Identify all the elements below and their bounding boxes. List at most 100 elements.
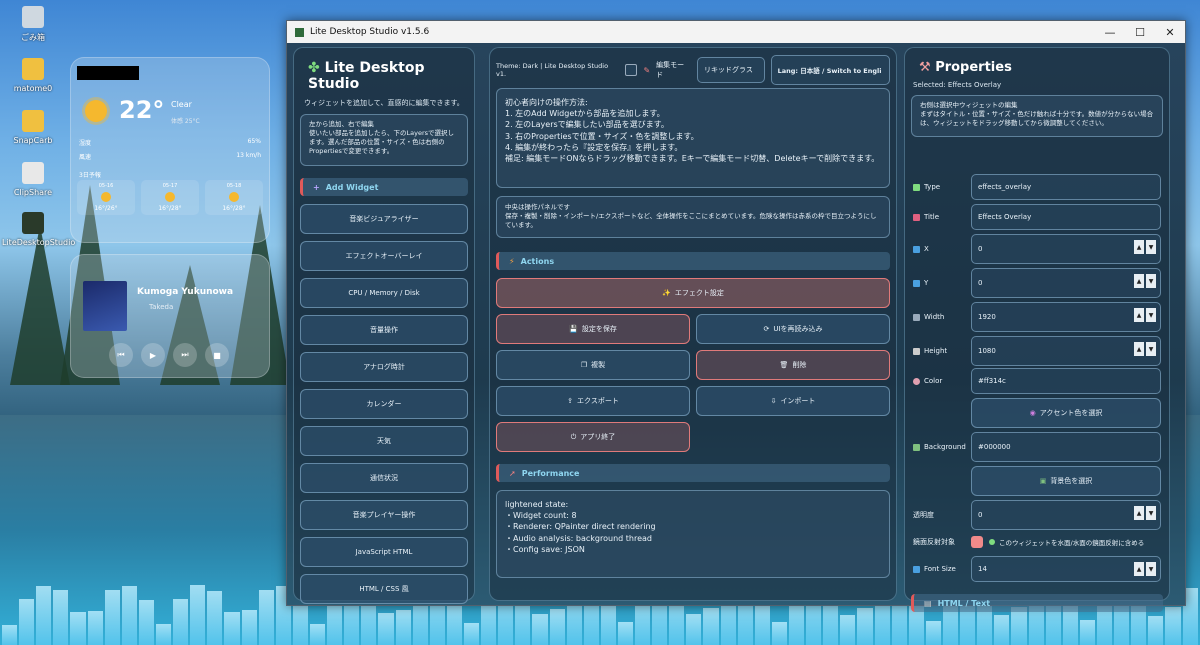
music-controls: ⏮ ▶ ⏭ ■ xyxy=(109,343,229,367)
sun-icon xyxy=(229,192,239,202)
color-field[interactable]: #ff314c xyxy=(971,368,1161,394)
quit-app-button[interactable]: ⏻ アプリ終了 xyxy=(496,422,690,452)
desktop-icon-matome0[interactable]: matome0 xyxy=(2,58,64,93)
export-button[interactable]: ⇪ エクスポート xyxy=(496,386,690,416)
reflect-label: 鏡面反射対象 xyxy=(913,537,971,547)
up-icon[interactable]: ▲ xyxy=(1134,240,1144,254)
up-icon[interactable]: ▲ xyxy=(1134,342,1144,356)
edit-mode-checkbox[interactable] xyxy=(625,64,638,76)
button-label: 天気 xyxy=(377,437,391,445)
down-icon[interactable]: ▼ xyxy=(1146,240,1156,254)
add-widget-button[interactable]: 音楽プレイヤー操作 xyxy=(300,500,468,530)
title-field[interactable]: Effects Overlay xyxy=(971,204,1161,230)
opacity-spinner[interactable]: ▲ ▼ xyxy=(1134,506,1156,520)
export-icon: ⇪ xyxy=(567,397,574,405)
label-text: Background xyxy=(924,443,966,451)
performance-box: lightened state: ・Widget count: 8 ・Rendere… xyxy=(496,490,890,578)
height-spinner[interactable]: ▲ ▼ xyxy=(1134,342,1156,356)
play-button[interactable]: ▶ xyxy=(141,343,165,367)
visualizer-bar xyxy=(173,598,189,645)
opacity-field[interactable]: 0 ▲ ▼ xyxy=(971,500,1161,530)
down-icon[interactable]: ▼ xyxy=(1146,308,1156,322)
widget-button-list: 音楽ビジュアライザー エフェクトオーバーレイ CPU / Memory / Disk… xyxy=(294,196,474,604)
delete-button[interactable]: 🗑 削除 xyxy=(696,350,890,380)
desktop-icon-label: SnapCarb xyxy=(13,136,53,145)
desktop-icon-recycle-bin[interactable]: ごみ箱 xyxy=(2,6,64,43)
visualizer-bar xyxy=(121,585,137,645)
maximize-button[interactable]: ☐ xyxy=(1125,26,1155,39)
button-label: 設定を保存 xyxy=(581,325,617,333)
background-field[interactable]: #000000 xyxy=(971,432,1161,462)
effect-settings-button[interactable]: ✨ エフェクト設定 xyxy=(496,278,890,308)
label-text: Title xyxy=(924,213,940,221)
fontsize-field[interactable]: 14 ▲ ▼ xyxy=(971,556,1161,582)
stop-button[interactable]: ■ xyxy=(205,343,229,367)
add-widget-button[interactable]: 音量操作 xyxy=(300,315,468,345)
performance-line: ・Audio analysis: background thread xyxy=(505,533,652,543)
lang-button[interactable]: Lang: 日本語 / Switch to Engli xyxy=(770,55,891,85)
reload-ui-button[interactable]: ⟳ UIを再読み込み xyxy=(696,314,890,344)
down-icon[interactable]: ▼ xyxy=(1146,342,1156,356)
bolt-icon: ⚡ xyxy=(509,256,515,266)
image-icon xyxy=(913,443,920,451)
x-field[interactable]: 0 ▲ ▼ xyxy=(971,234,1161,264)
add-widget-button[interactable]: JavaScript HTML xyxy=(300,537,468,567)
up-icon[interactable]: ▲ xyxy=(1134,308,1144,322)
weather-condition: Clear xyxy=(171,100,192,109)
close-button[interactable]: ✕ xyxy=(1155,26,1185,39)
add-widget-button[interactable]: 音楽ビジュアライザー xyxy=(300,204,468,234)
desktop-icon-snapcarb[interactable]: SnapCarb xyxy=(2,110,64,145)
minimize-button[interactable]: — xyxy=(1095,26,1125,39)
weather-widget[interactable]: 22° Clear 体感 25°C 湿度 65% 風速 13 km/h 3日予報… xyxy=(70,57,270,243)
visualizer-bar xyxy=(138,599,154,645)
style-select[interactable]: リキッドグラス xyxy=(696,57,765,83)
y-field[interactable]: 0 ▲ ▼ xyxy=(971,268,1161,298)
folder-icon xyxy=(22,58,44,80)
x-value: 0 xyxy=(978,245,983,253)
height-field[interactable]: 1080 ▲ ▼ xyxy=(971,336,1161,366)
reflect-checkbox[interactable] xyxy=(989,539,995,545)
selected-label: Selected: Effects Overlay xyxy=(913,81,1002,89)
up-icon[interactable]: ▲ xyxy=(1134,274,1144,288)
previous-button[interactable]: ⏮ xyxy=(109,343,133,367)
section-title: Actions xyxy=(520,256,555,266)
visualizer-bar xyxy=(309,623,326,645)
button-label: CPU / Memory / Disk xyxy=(348,289,420,297)
down-icon[interactable]: ▼ xyxy=(1146,274,1156,288)
visualizer-bar xyxy=(925,620,942,645)
down-icon[interactable]: ▼ xyxy=(1146,562,1156,576)
desktop-icon-litedesktopstudio[interactable]: LiteDesktopStudio xyxy=(2,212,75,247)
up-icon[interactable]: ▲ xyxy=(1134,562,1144,576)
save-settings-button[interactable]: 💾 設定を保存 xyxy=(496,314,690,344)
music-widget[interactable]: Kumoga Yukunowa Takeda ⏮ ▶ ⏭ ■ xyxy=(70,254,270,378)
duplicate-button[interactable]: ❐ 複製 xyxy=(496,350,690,380)
width-field[interactable]: 1920 ▲ ▼ xyxy=(971,302,1161,332)
next-button[interactable]: ⏭ xyxy=(173,343,197,367)
fontsize-spinner[interactable]: ▲ ▼ xyxy=(1134,562,1156,576)
add-widget-button[interactable]: 天気 xyxy=(300,426,468,456)
type-field[interactable]: effects_overlay xyxy=(971,174,1161,200)
forecast-day: 05-18 16°/28° xyxy=(205,180,263,215)
down-icon[interactable]: ▼ xyxy=(1146,506,1156,520)
humidity-label: 湿度 xyxy=(79,140,92,147)
add-widget-button[interactable]: カレンダー xyxy=(300,389,468,419)
add-widget-button[interactable]: エフェクトオーバーレイ xyxy=(300,241,468,271)
up-icon[interactable]: ▲ xyxy=(1134,506,1144,520)
button-label: UIを再読み込み xyxy=(773,325,823,333)
bg-color-button[interactable]: ▣ 背景色を選択 xyxy=(971,466,1161,496)
import-button[interactable]: ⇩ インポート xyxy=(696,386,890,416)
desktop-icon-clipshare[interactable]: ClipShare xyxy=(2,162,64,197)
width-spinner[interactable]: ▲ ▼ xyxy=(1134,308,1156,322)
add-widget-button[interactable]: CPU / Memory / Disk xyxy=(300,278,468,308)
add-widget-button[interactable]: アナログ時計 xyxy=(300,352,468,382)
x-spinner[interactable]: ▲ ▼ xyxy=(1134,240,1156,254)
y-spinner[interactable]: ▲ ▼ xyxy=(1134,274,1156,288)
accent-color-button[interactable]: ◉ アクセント色を選択 xyxy=(971,398,1161,428)
add-widget-button[interactable]: 通信状況 xyxy=(300,463,468,493)
visualizer-bar xyxy=(53,590,69,645)
guide-lines: 1. 左のAdd Widgetから部品を追加します。 2. 左のLayersで編集… xyxy=(505,108,881,164)
add-widget-button[interactable]: HTML / CSS 風 xyxy=(300,574,468,604)
recycle-bin-icon xyxy=(22,6,44,28)
guide-line: 3. 右のPropertiesで位置・サイズ・色を調整します。 xyxy=(505,131,699,141)
guide-line: 2. 左のLayersで編集したい部品を選びます。 xyxy=(505,120,669,130)
